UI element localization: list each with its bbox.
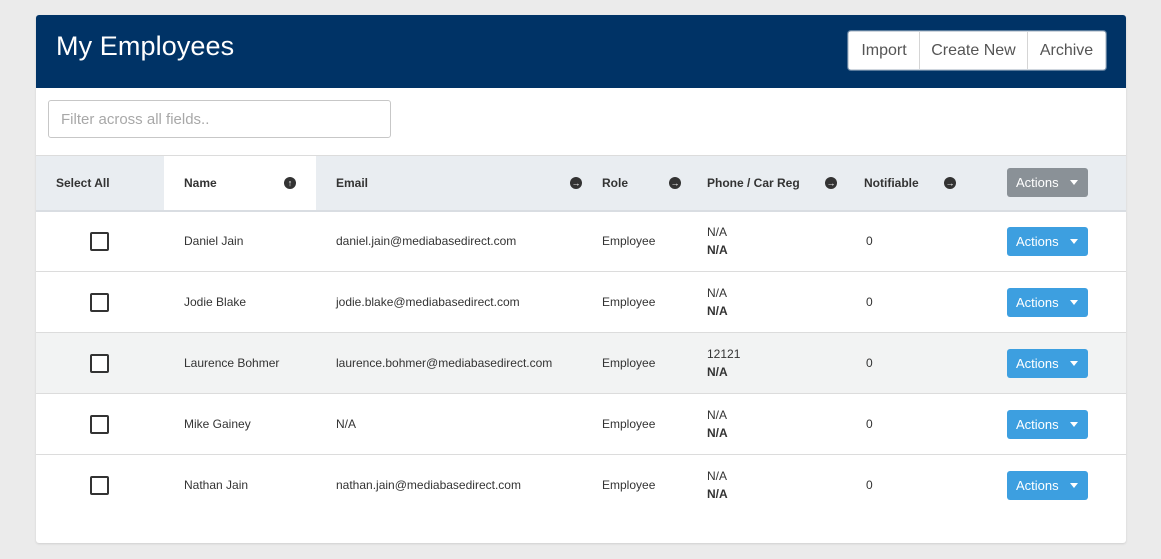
role-header-label: Role [602, 175, 629, 190]
employee-name: Laurence Bohmer [184, 356, 280, 370]
employee-notifiable: 0 [866, 417, 873, 431]
caret-down-icon [1070, 299, 1078, 305]
page-title: My Employees [56, 31, 235, 61]
employee-phone: N/A [707, 225, 728, 240]
caret-down-icon [1070, 421, 1078, 427]
email-column-header[interactable]: Email → [316, 156, 602, 211]
employees-table: Select All Name ↑ Email → Role → Phone /… [36, 155, 1126, 516]
row-actions-dropdown[interactable]: Actions [1007, 348, 1088, 378]
panel-header: My Employees Import Create New Archive [36, 15, 1126, 88]
employees-panel: My Employees Import Create New Archive S… [36, 15, 1126, 543]
name-header-label: Name [184, 175, 217, 190]
filter-input[interactable] [48, 100, 391, 138]
select-all-header[interactable]: Select All [36, 156, 164, 211]
row-actions-label: Actions [1016, 416, 1059, 432]
employee-phone-cell: N/A N/A [707, 272, 864, 333]
row-actions-dropdown[interactable]: Actions [1007, 287, 1088, 317]
sort-right-icon[interactable]: → [944, 176, 956, 189]
employee-email: N/A [336, 417, 357, 431]
phone-column-header[interactable]: Phone / Car Reg → [707, 156, 864, 211]
row-checkbox[interactable] [90, 292, 109, 312]
employee-phone-cell: 12121 N/A [707, 333, 864, 394]
employee-role: Employee [602, 356, 656, 370]
filter-bar [36, 88, 1126, 155]
employee-phone: N/A [707, 469, 728, 484]
phone-header-label: Phone / Car Reg [707, 175, 800, 190]
employee-name: Jodie Blake [184, 295, 247, 309]
bulk-actions-dropdown[interactable]: Actions [1007, 168, 1088, 198]
sort-right-icon[interactable]: → [669, 176, 681, 189]
sort-right-icon[interactable]: → [570, 176, 582, 189]
employee-notifiable: 0 [866, 295, 873, 309]
table-header-row: Select All Name ↑ Email → Role → Phone /… [36, 155, 1126, 211]
name-column-header[interactable]: Name ↑ [164, 155, 316, 211]
employee-car-reg: N/A [707, 243, 728, 258]
notifiable-header-label: Notifiable [864, 175, 919, 190]
employee-role: Employee [602, 417, 656, 431]
row-actions-label: Actions [1016, 294, 1059, 310]
caret-down-icon [1070, 482, 1078, 488]
table-row: Jodie Blake jodie.blake@mediabasedirect.… [36, 272, 1126, 333]
employee-name: Mike Gainey [184, 417, 251, 431]
row-actions-label: Actions [1016, 233, 1059, 249]
employee-car-reg: N/A [707, 365, 728, 379]
import-button[interactable]: Import [849, 32, 920, 69]
row-checkbox[interactable] [90, 231, 109, 251]
row-actions-label: Actions [1016, 477, 1059, 493]
caret-down-icon [1070, 238, 1078, 244]
employee-email: jodie.blake@mediabasedirect.com [336, 295, 520, 309]
employee-phone-cell: N/A N/A [707, 394, 864, 455]
role-column-header[interactable]: Role → [602, 156, 707, 211]
employee-phone: N/A [707, 286, 728, 300]
employee-phone: 12121 [707, 347, 741, 361]
employee-role: Employee [602, 478, 656, 493]
row-checkbox[interactable] [90, 353, 109, 373]
caret-down-icon [1070, 180, 1078, 186]
employee-email: laurence.bohmer@mediabasedirect.com [336, 356, 553, 370]
employee-email: nathan.jain@mediabasedirect.com [336, 478, 521, 493]
table-row: Daniel Jain daniel.jain@mediabasedirect.… [36, 211, 1126, 272]
table-row: Laurence Bohmer laurence.bohmer@mediabas… [36, 332, 1126, 394]
sort-up-icon[interactable]: ↑ [284, 176, 296, 189]
employee-phone-cell: N/A N/A [707, 455, 864, 516]
employee-notifiable: 0 [866, 356, 873, 370]
email-header-label: Email [336, 175, 369, 190]
row-checkbox[interactable] [90, 475, 109, 495]
employee-email: daniel.jain@mediabasedirect.com [336, 234, 517, 249]
archive-button[interactable]: Archive [1028, 32, 1105, 69]
employee-phone-cell: N/A N/A [707, 211, 864, 272]
notifiable-column-header[interactable]: Notifiable → [864, 156, 1007, 211]
row-actions-dropdown[interactable]: Actions [1007, 409, 1088, 439]
table-row: Mike Gainey N/A Employee N/A N/A 0 Actio… [36, 394, 1126, 455]
caret-down-icon [1070, 360, 1078, 366]
employee-car-reg: N/A [707, 426, 728, 440]
employee-notifiable: 0 [866, 234, 873, 249]
employee-car-reg: N/A [707, 304, 728, 318]
bulk-actions-label: Actions [1016, 175, 1059, 191]
employee-name: Daniel Jain [184, 234, 244, 249]
header-button-group: Import Create New Archive [848, 31, 1106, 70]
create-new-button[interactable]: Create New [920, 32, 1028, 69]
employee-car-reg: N/A [707, 487, 728, 502]
employee-role: Employee [602, 295, 656, 309]
employee-role: Employee [602, 234, 656, 249]
row-actions-dropdown[interactable]: Actions [1007, 470, 1088, 500]
row-actions-label: Actions [1016, 355, 1059, 371]
sort-right-icon[interactable]: → [825, 176, 837, 189]
row-actions-dropdown[interactable]: Actions [1007, 226, 1088, 256]
table-row: Nathan Jain nathan.jain@mediabasedirect.… [36, 455, 1126, 516]
bulk-actions-header: Actions [1007, 156, 1126, 211]
employee-notifiable: 0 [866, 478, 873, 493]
employee-phone: N/A [707, 408, 728, 422]
row-checkbox[interactable] [90, 414, 109, 434]
employee-name: Nathan Jain [184, 478, 249, 493]
